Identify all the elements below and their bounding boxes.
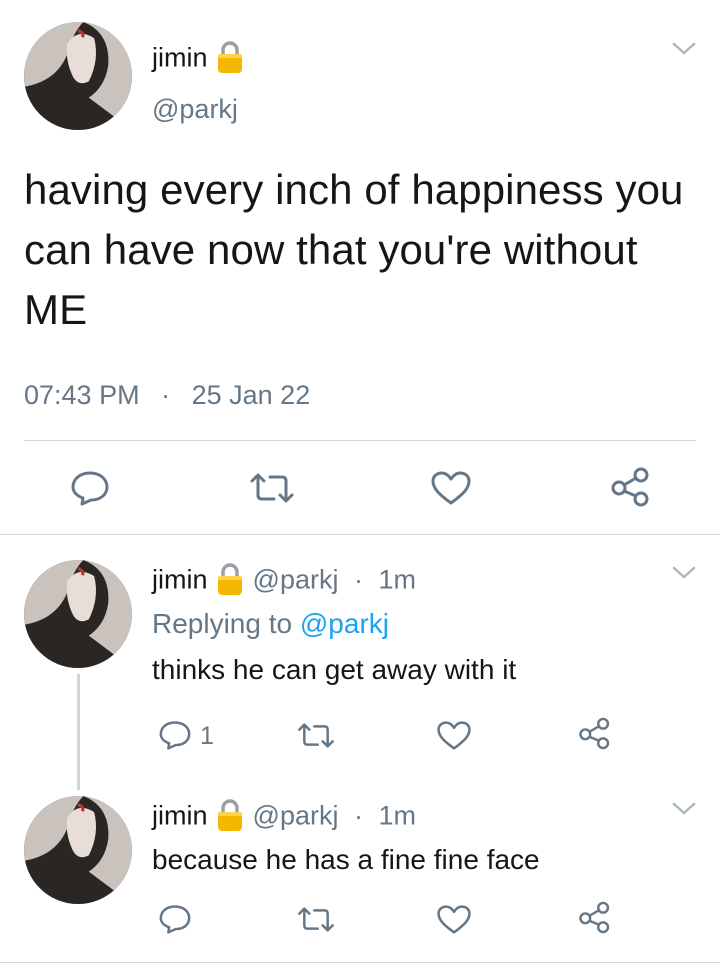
like-icon[interactable] bbox=[436, 720, 472, 751]
reply-icon[interactable] bbox=[70, 470, 110, 506]
tweet-text: because he has a fine fine face bbox=[152, 844, 540, 875]
reply-icon[interactable] bbox=[158, 904, 192, 934]
timestamp-separator: · bbox=[161, 380, 171, 410]
retweet-icon[interactable] bbox=[248, 472, 296, 504]
replying-prefix: Replying to bbox=[152, 608, 293, 639]
author-handle[interactable]: @parkj bbox=[253, 565, 339, 595]
lock-icon bbox=[215, 562, 245, 601]
share-icon[interactable] bbox=[610, 467, 652, 507]
author-name[interactable]: jimin bbox=[152, 565, 208, 595]
thread-line bbox=[77, 674, 80, 790]
author-handle[interactable]: @parkj bbox=[253, 801, 339, 831]
like-icon[interactable] bbox=[430, 470, 472, 506]
meta-separator: · bbox=[354, 564, 363, 595]
chevron-down-icon[interactable] bbox=[671, 564, 697, 582]
author-name[interactable]: jimin bbox=[152, 801, 208, 831]
retweet-icon[interactable] bbox=[296, 722, 336, 749]
avatar[interactable] bbox=[24, 796, 132, 904]
chevron-down-icon[interactable] bbox=[671, 800, 697, 818]
avatar[interactable] bbox=[24, 560, 132, 668]
author-name[interactable]: jimin bbox=[152, 43, 208, 73]
chevron-down-icon[interactable] bbox=[671, 40, 697, 58]
author-handle[interactable]: @parkj bbox=[152, 94, 238, 125]
lock-icon bbox=[215, 40, 245, 79]
reply-count: 1 bbox=[200, 722, 214, 750]
share-icon[interactable] bbox=[578, 717, 612, 750]
divider bbox=[24, 440, 696, 441]
like-icon[interactable] bbox=[436, 904, 472, 935]
replying-to-link[interactable]: @parkj bbox=[300, 608, 389, 639]
avatar-image bbox=[24, 22, 132, 130]
avatar[interactable] bbox=[24, 22, 132, 130]
tweet-text: having every inch of happiness you can h… bbox=[24, 166, 684, 333]
avatar-image bbox=[24, 796, 132, 904]
share-icon[interactable] bbox=[578, 901, 612, 934]
tweet-date[interactable]: 25 Jan 22 bbox=[192, 380, 311, 410]
time-ago[interactable]: 1m bbox=[379, 565, 417, 595]
time-ago[interactable]: 1m bbox=[379, 801, 417, 831]
meta-separator: · bbox=[354, 800, 363, 831]
tweet-text: thinks he can get away with it bbox=[152, 654, 517, 685]
tweet-time[interactable]: 07:43 PM bbox=[24, 380, 140, 410]
reply-icon[interactable] bbox=[158, 720, 192, 750]
lock-icon bbox=[215, 798, 245, 837]
retweet-icon[interactable] bbox=[296, 906, 336, 933]
divider bbox=[0, 534, 720, 535]
divider bbox=[0, 962, 720, 963]
avatar-image bbox=[24, 560, 132, 668]
